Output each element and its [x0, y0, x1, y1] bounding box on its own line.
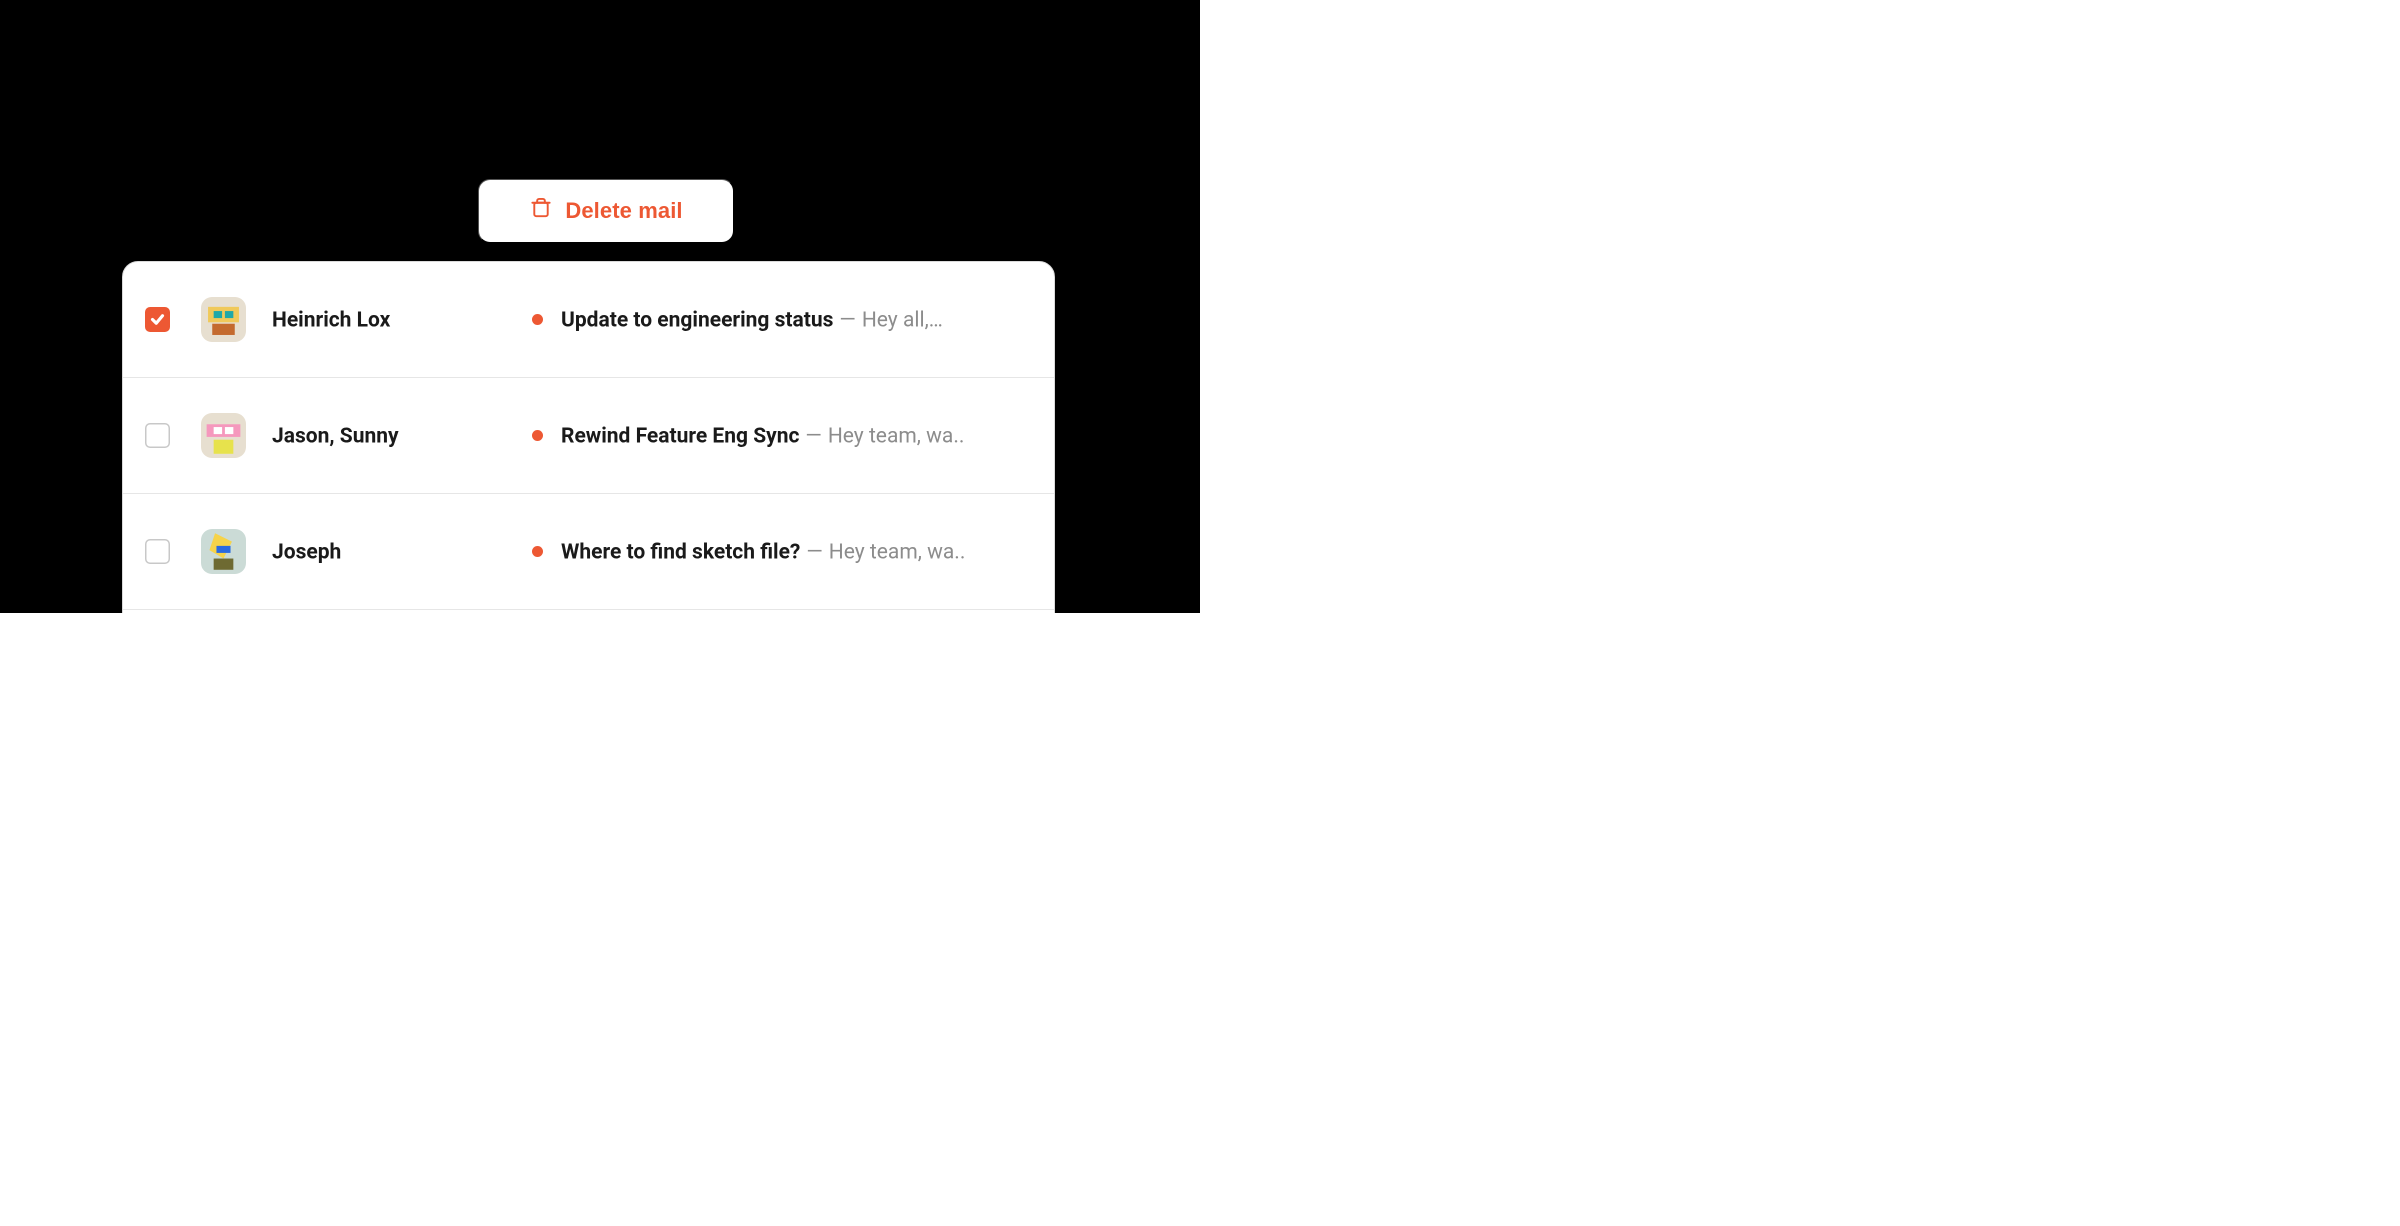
preview-text: Hey team, wa.. [829, 539, 966, 564]
mail-row[interactable]: Heinrich Lox Update to engineering statu… [123, 262, 1054, 378]
subject: Rewind Feature Eng Sync [561, 423, 799, 448]
mail-row[interactable]: Joseph Where to find sketch file? — Hey … [123, 494, 1054, 610]
subject-preview-separator: — [805, 423, 821, 448]
subject-preview-separator: — [839, 307, 855, 332]
delete-mail-label: Delete mail [565, 199, 682, 224]
unread-dot [532, 430, 543, 441]
subject-preview-separator: — [806, 539, 822, 564]
preview-text: Hey all,… [862, 307, 943, 332]
mail-list-card: Heinrich Lox Update to engineering statu… [122, 261, 1055, 613]
mail-row[interactable] [123, 610, 1054, 613]
avatar [201, 413, 246, 458]
unread-dot [532, 314, 543, 325]
unread-dot [532, 546, 543, 557]
sender-name: Joseph [272, 539, 532, 564]
row-checkbox[interactable] [145, 539, 170, 564]
mail-row[interactable]: Jason, Sunny Rewind Feature Eng Sync — H… [123, 378, 1054, 494]
delete-mail-button[interactable]: Delete mail [478, 179, 734, 243]
subject: Update to engineering status [561, 307, 833, 332]
avatar [201, 529, 246, 574]
sender-name: Jason, Sunny [272, 423, 532, 448]
subject: Where to find sketch file? [561, 539, 800, 564]
avatar [201, 297, 246, 342]
trash-icon [529, 197, 552, 226]
row-checkbox[interactable] [145, 307, 170, 332]
row-checkbox[interactable] [145, 423, 170, 448]
sender-name: Heinrich Lox [272, 307, 532, 332]
preview-text: Hey team, wa.. [828, 423, 965, 448]
